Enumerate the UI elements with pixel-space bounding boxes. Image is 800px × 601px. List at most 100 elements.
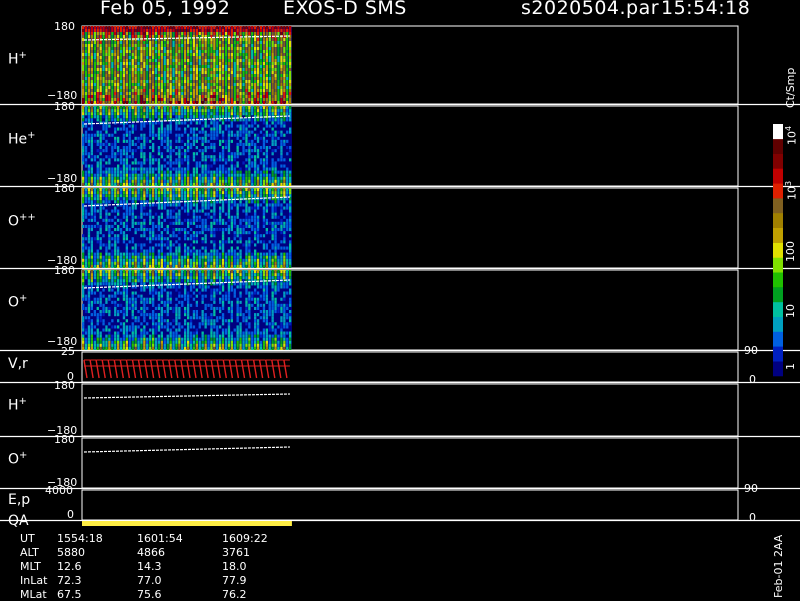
heatmap-cell [143,265,145,268]
heatmap-cell [137,174,139,177]
heatmap-cell [228,95,230,98]
heatmap-cell [120,279,122,282]
heatmap-cell [137,262,139,265]
heatmap-cell [219,177,221,180]
heatmap-cell [140,83,142,86]
heatmap-cell [210,38,212,41]
heatmap-cell [280,222,282,225]
heatmap-cell [94,50,96,53]
heatmap-cell [228,53,230,56]
heatmap-cell [184,253,186,256]
heatmap-cell [245,47,247,50]
heatmap-cell [196,225,198,228]
heatmap-cell [178,213,180,216]
heatmap-cell [105,243,107,246]
heatmap-cell [140,152,142,155]
heatmap-cell [178,210,180,213]
heatmap-cell [108,188,110,191]
heatmap-cell [184,262,186,265]
heatmap-cell [254,262,256,265]
heatmap-cell [114,301,116,304]
heatmap-cell [117,310,119,313]
heatmap-cell [175,59,177,62]
heatmap-cell [108,298,110,301]
heatmap-cell [289,32,291,35]
heatmap-cell [184,152,186,155]
heatmap-cell [88,316,90,319]
heatmap-cell [94,106,96,109]
heatmap-cell [149,128,151,131]
heatmap-cell [219,101,221,104]
heatmap-cell [237,240,239,243]
heatmap-cell [222,68,224,71]
heatmap-cell [199,210,201,213]
heatmap-cell [140,125,142,128]
heatmap-cell [257,56,259,59]
heatmap-cell [199,44,201,47]
heatmap-cell [126,335,128,338]
heatmap-cell [260,71,262,74]
heatmap-cell [193,77,195,80]
heatmap-cell [129,71,131,74]
heatmap-cell [91,168,93,171]
heatmap-cell [225,265,227,268]
heatmap-cell [213,86,215,89]
heatmap-cell [205,197,207,200]
heatmap-cell [234,171,236,174]
heatmap-cell [100,247,102,250]
heatmap-cell [225,112,227,115]
heatmap-cell [143,29,145,32]
heatmap-cell [100,270,102,273]
heatmap-cell [111,86,113,89]
heatmap-cell [205,183,207,186]
heatmap-cell [85,225,87,228]
heatmap-cell [100,109,102,112]
heatmap-cell [178,77,180,80]
heatmap-cell [205,92,207,95]
heatmap-cell [152,47,154,50]
heatmap-cell [260,203,262,206]
heatmap-cell [207,259,209,262]
heatmap-cell [263,158,265,161]
heatmap-cell [231,86,233,89]
heatmap-cell [193,80,195,83]
heatmap-cell [170,86,172,89]
heatmap-cell [181,59,183,62]
heatmap-cell [120,149,122,152]
heatmap-cell [280,240,282,243]
heatmap-cell [213,194,215,197]
heatmap-cell [280,71,282,74]
heatmap-cell [289,265,291,268]
heatmap-cell [193,32,195,35]
heatmap-cell [248,56,250,59]
heatmap-cell [91,265,93,268]
heatmap-cell [202,140,204,143]
heatmap-cell [181,146,183,149]
heatmap-cell [239,95,241,98]
heatmap-cell [274,41,276,44]
heatmap-cell [164,253,166,256]
heatmap-cell [105,279,107,282]
heatmap-cell [161,47,163,50]
heatmap-cell [172,89,174,92]
heatmap-cell [114,310,116,313]
heatmap-cell [228,177,230,180]
heatmap-cell [155,188,157,191]
heatmap-cell [120,168,122,171]
heatmap-cell [100,216,102,219]
heatmap-cell [277,222,279,225]
heatmap-cell [158,95,160,98]
heatmap-cell [120,344,122,347]
heatmap-cell [190,89,192,92]
heatmap-cell [135,112,137,115]
heatmap-cell [277,158,279,161]
heatmap-cell [181,134,183,137]
heatmap-cell [123,183,125,186]
heatmap-cell [245,118,247,121]
heatmap-cell [158,188,160,191]
heatmap-cell [283,109,285,112]
heatmap-cell [216,131,218,134]
heatmap-cell [170,65,172,68]
heatmap-cell [108,109,110,112]
heatmap-cell [105,146,107,149]
